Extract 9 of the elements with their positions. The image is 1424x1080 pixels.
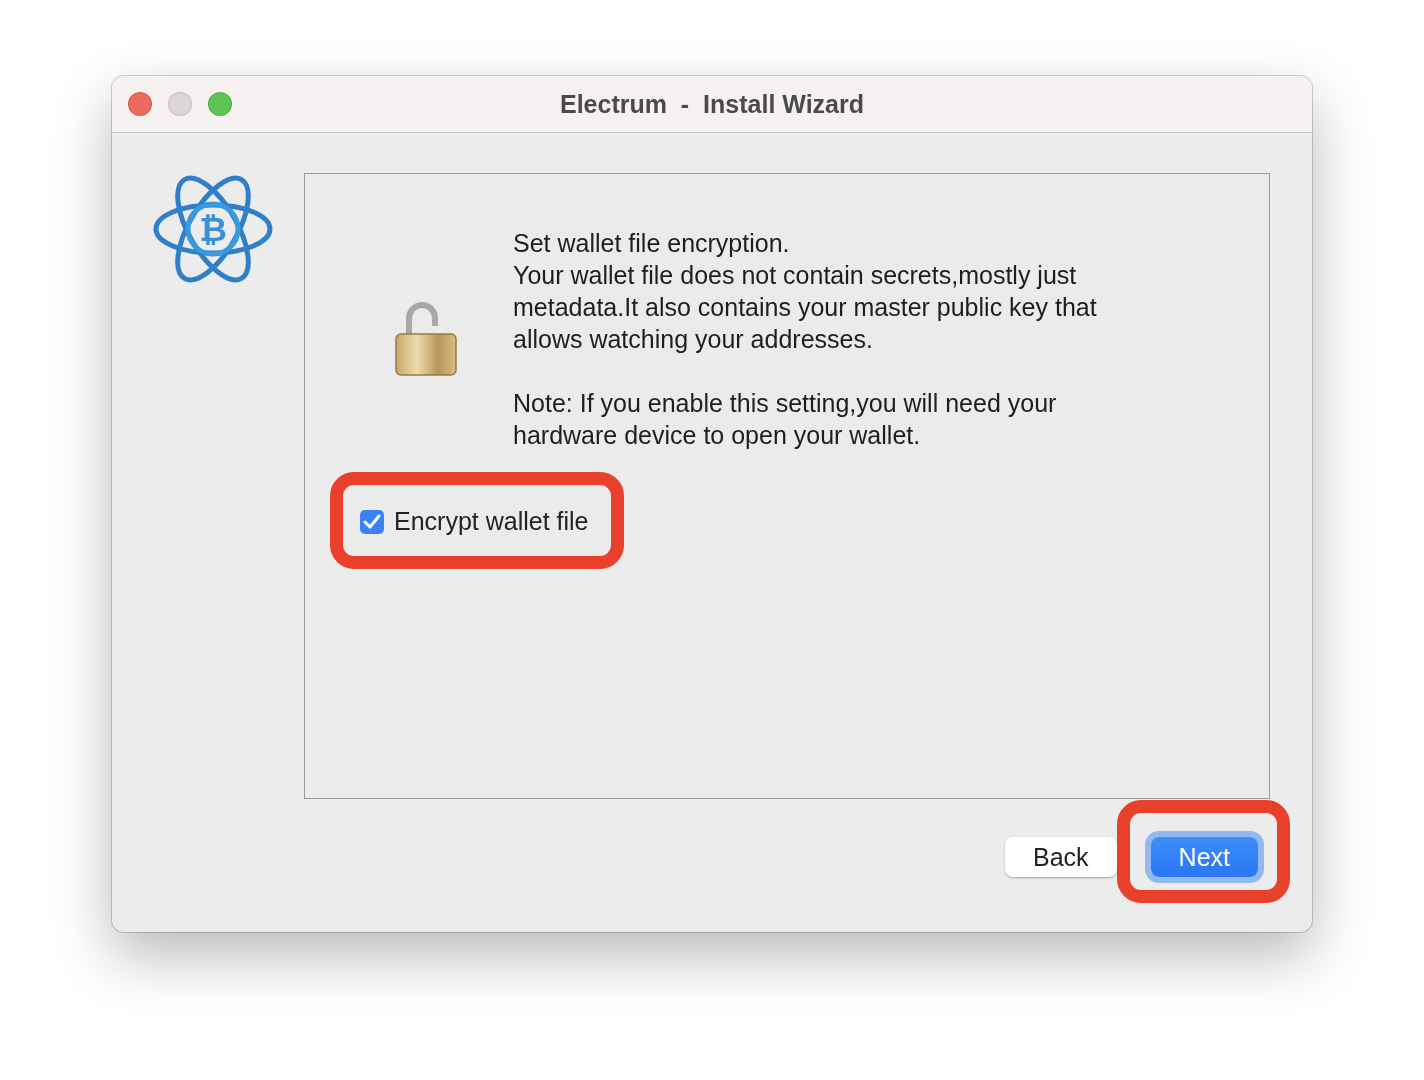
back-button[interactable]: Back: [1005, 837, 1117, 877]
message-text: Set wallet file encryption. Your wallet file does not contain secrets,mostly just metadata.It also contains your master public key that allows watching your addresses.: [513, 228, 1098, 355]
zoom-button[interactable]: [208, 92, 232, 116]
checkbox-icon[interactable]: [360, 509, 384, 534]
encrypt-checkbox[interactable]: Encrypt wallet file: [360, 507, 589, 536]
window-title: Electrum - Install Wizard: [560, 89, 864, 119]
padlock-icon: [395, 302, 457, 376]
close-button[interactable]: [128, 92, 152, 116]
message-text: Note: If you enable this setting,you will need your hardware device to open your wallet.: [513, 388, 1058, 451]
